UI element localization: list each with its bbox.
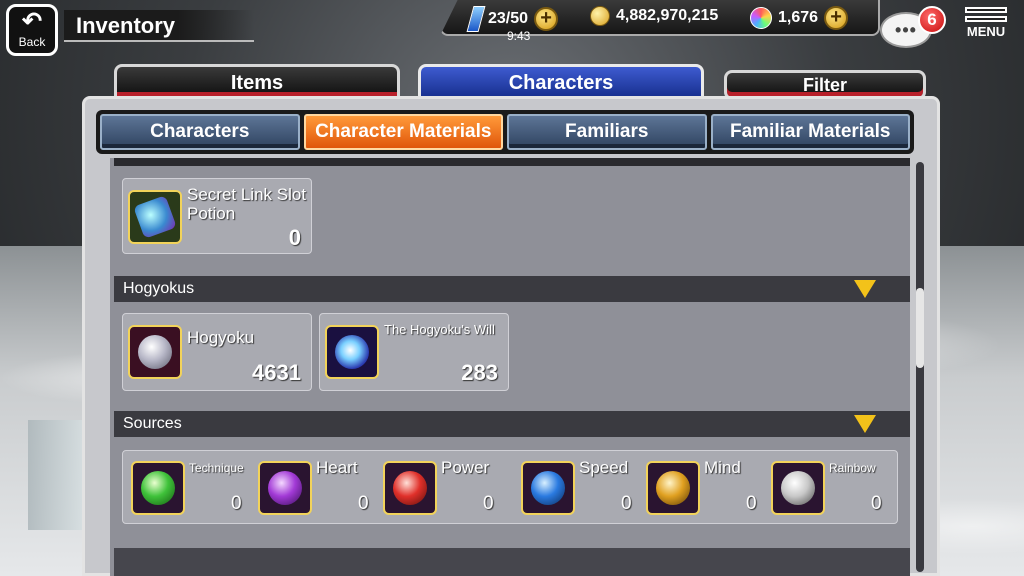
- list-item[interactable]: Rainbow 0: [771, 451, 896, 525]
- power-source-icon: [383, 461, 437, 515]
- scrollbar[interactable]: [916, 162, 924, 572]
- menu-label: MENU: [966, 24, 1006, 39]
- stamina-timer: 9:43: [507, 29, 531, 43]
- menu-button[interactable]: MENU: [960, 4, 1012, 56]
- collapse-chevron-icon[interactable]: [854, 415, 876, 433]
- subtab-bar: Characters Character Materials Familiars…: [96, 110, 914, 154]
- hogyoku-icon: [128, 325, 182, 379]
- source-count: 0: [231, 493, 242, 514]
- source-name: Speed: [579, 458, 629, 477]
- section-header-sources[interactable]: Sources: [114, 411, 910, 437]
- item-count: 0: [288, 225, 301, 250]
- materials-list[interactable]: Secret Link Slot Potion 0 Hogyokus Hogyo…: [110, 158, 910, 576]
- source-name: Heart: [316, 458, 358, 477]
- list-item[interactable]: Secret Link Slot Potion 0: [122, 178, 312, 254]
- item-name: Secret Link Slot Potion: [187, 185, 307, 223]
- collapse-chevron-icon[interactable]: [854, 280, 876, 298]
- section-header-partial: [114, 158, 910, 166]
- source-name: Technique: [189, 461, 244, 475]
- add-orbs-button[interactable]: +: [824, 6, 849, 30]
- list-item[interactable]: Technique 0: [131, 451, 256, 525]
- source-count: 0: [746, 493, 757, 514]
- source-count: 0: [621, 493, 632, 514]
- subtab-familiars[interactable]: Familiars: [507, 114, 707, 150]
- source-count: 0: [871, 493, 882, 514]
- back-button[interactable]: ↶ Back: [6, 4, 58, 56]
- source-name: Rainbow: [829, 461, 876, 475]
- heart-source-icon: [258, 461, 312, 515]
- list-item[interactable]: Heart 0: [258, 451, 383, 525]
- subtab-characters[interactable]: Characters: [100, 114, 300, 150]
- subtab-character-materials[interactable]: Character Materials: [303, 114, 503, 150]
- section-title: Sources: [123, 415, 182, 432]
- tab-items[interactable]: Items: [114, 64, 400, 98]
- speed-source-icon: [521, 461, 575, 515]
- subtab-familiar-materials[interactable]: Familiar Materials: [710, 114, 910, 150]
- source-name: Mind: [704, 458, 741, 477]
- spirit-orb-icon: [750, 7, 772, 29]
- source-count: 0: [358, 493, 369, 514]
- menu-icon: [960, 7, 1012, 22]
- scrollbar-thumb[interactable]: [916, 288, 924, 368]
- hogyoku-will-icon: [325, 325, 379, 379]
- potion-icon: [128, 190, 182, 244]
- coins-value: 4,882,970,215: [616, 7, 719, 24]
- item-name: The Hogyoku's Will: [384, 322, 495, 337]
- list-item[interactable]: The Hogyoku's Will 283: [319, 313, 509, 391]
- stamina-icon: [466, 6, 486, 32]
- background-pillar: [28, 420, 88, 530]
- item-count: 283: [461, 360, 498, 385]
- item-name: Hogyoku: [187, 328, 255, 347]
- tab-characters[interactable]: Characters: [418, 64, 704, 98]
- notification-badge: 6: [918, 6, 946, 34]
- list-item[interactable]: Speed 0: [521, 451, 646, 525]
- list-item[interactable]: Mind 0: [646, 451, 771, 525]
- stamina-value: 23/50: [488, 10, 529, 27]
- add-stamina-button[interactable]: +: [534, 7, 559, 31]
- orbs-value: 1,676: [778, 9, 819, 26]
- list-item[interactable]: Power 0: [383, 451, 508, 525]
- section-header-partial: [114, 548, 910, 576]
- item-count: 4631: [252, 360, 301, 385]
- list-item[interactable]: Hogyoku 4631: [122, 313, 312, 391]
- coins-display: 4,882,970,215: [590, 6, 718, 26]
- source-name: Power: [441, 458, 490, 477]
- orbs-display: 1,676 +: [750, 6, 849, 30]
- mind-source-icon: [646, 461, 700, 515]
- rainbow-source-icon: [771, 461, 825, 515]
- sources-row: Technique 0 Heart 0 Power 0 Speed 0 Mind…: [122, 450, 898, 524]
- source-count: 0: [483, 493, 494, 514]
- section-header-hogyokus[interactable]: Hogyokus: [114, 276, 910, 302]
- technique-source-icon: [131, 461, 185, 515]
- back-label: Back: [18, 35, 46, 49]
- page-title: Inventory: [64, 10, 254, 42]
- back-arrow-icon: ↶: [21, 8, 43, 35]
- chat-button[interactable]: ••• 6: [880, 6, 946, 52]
- coin-icon: [590, 6, 610, 26]
- section-title: Hogyokus: [123, 280, 195, 297]
